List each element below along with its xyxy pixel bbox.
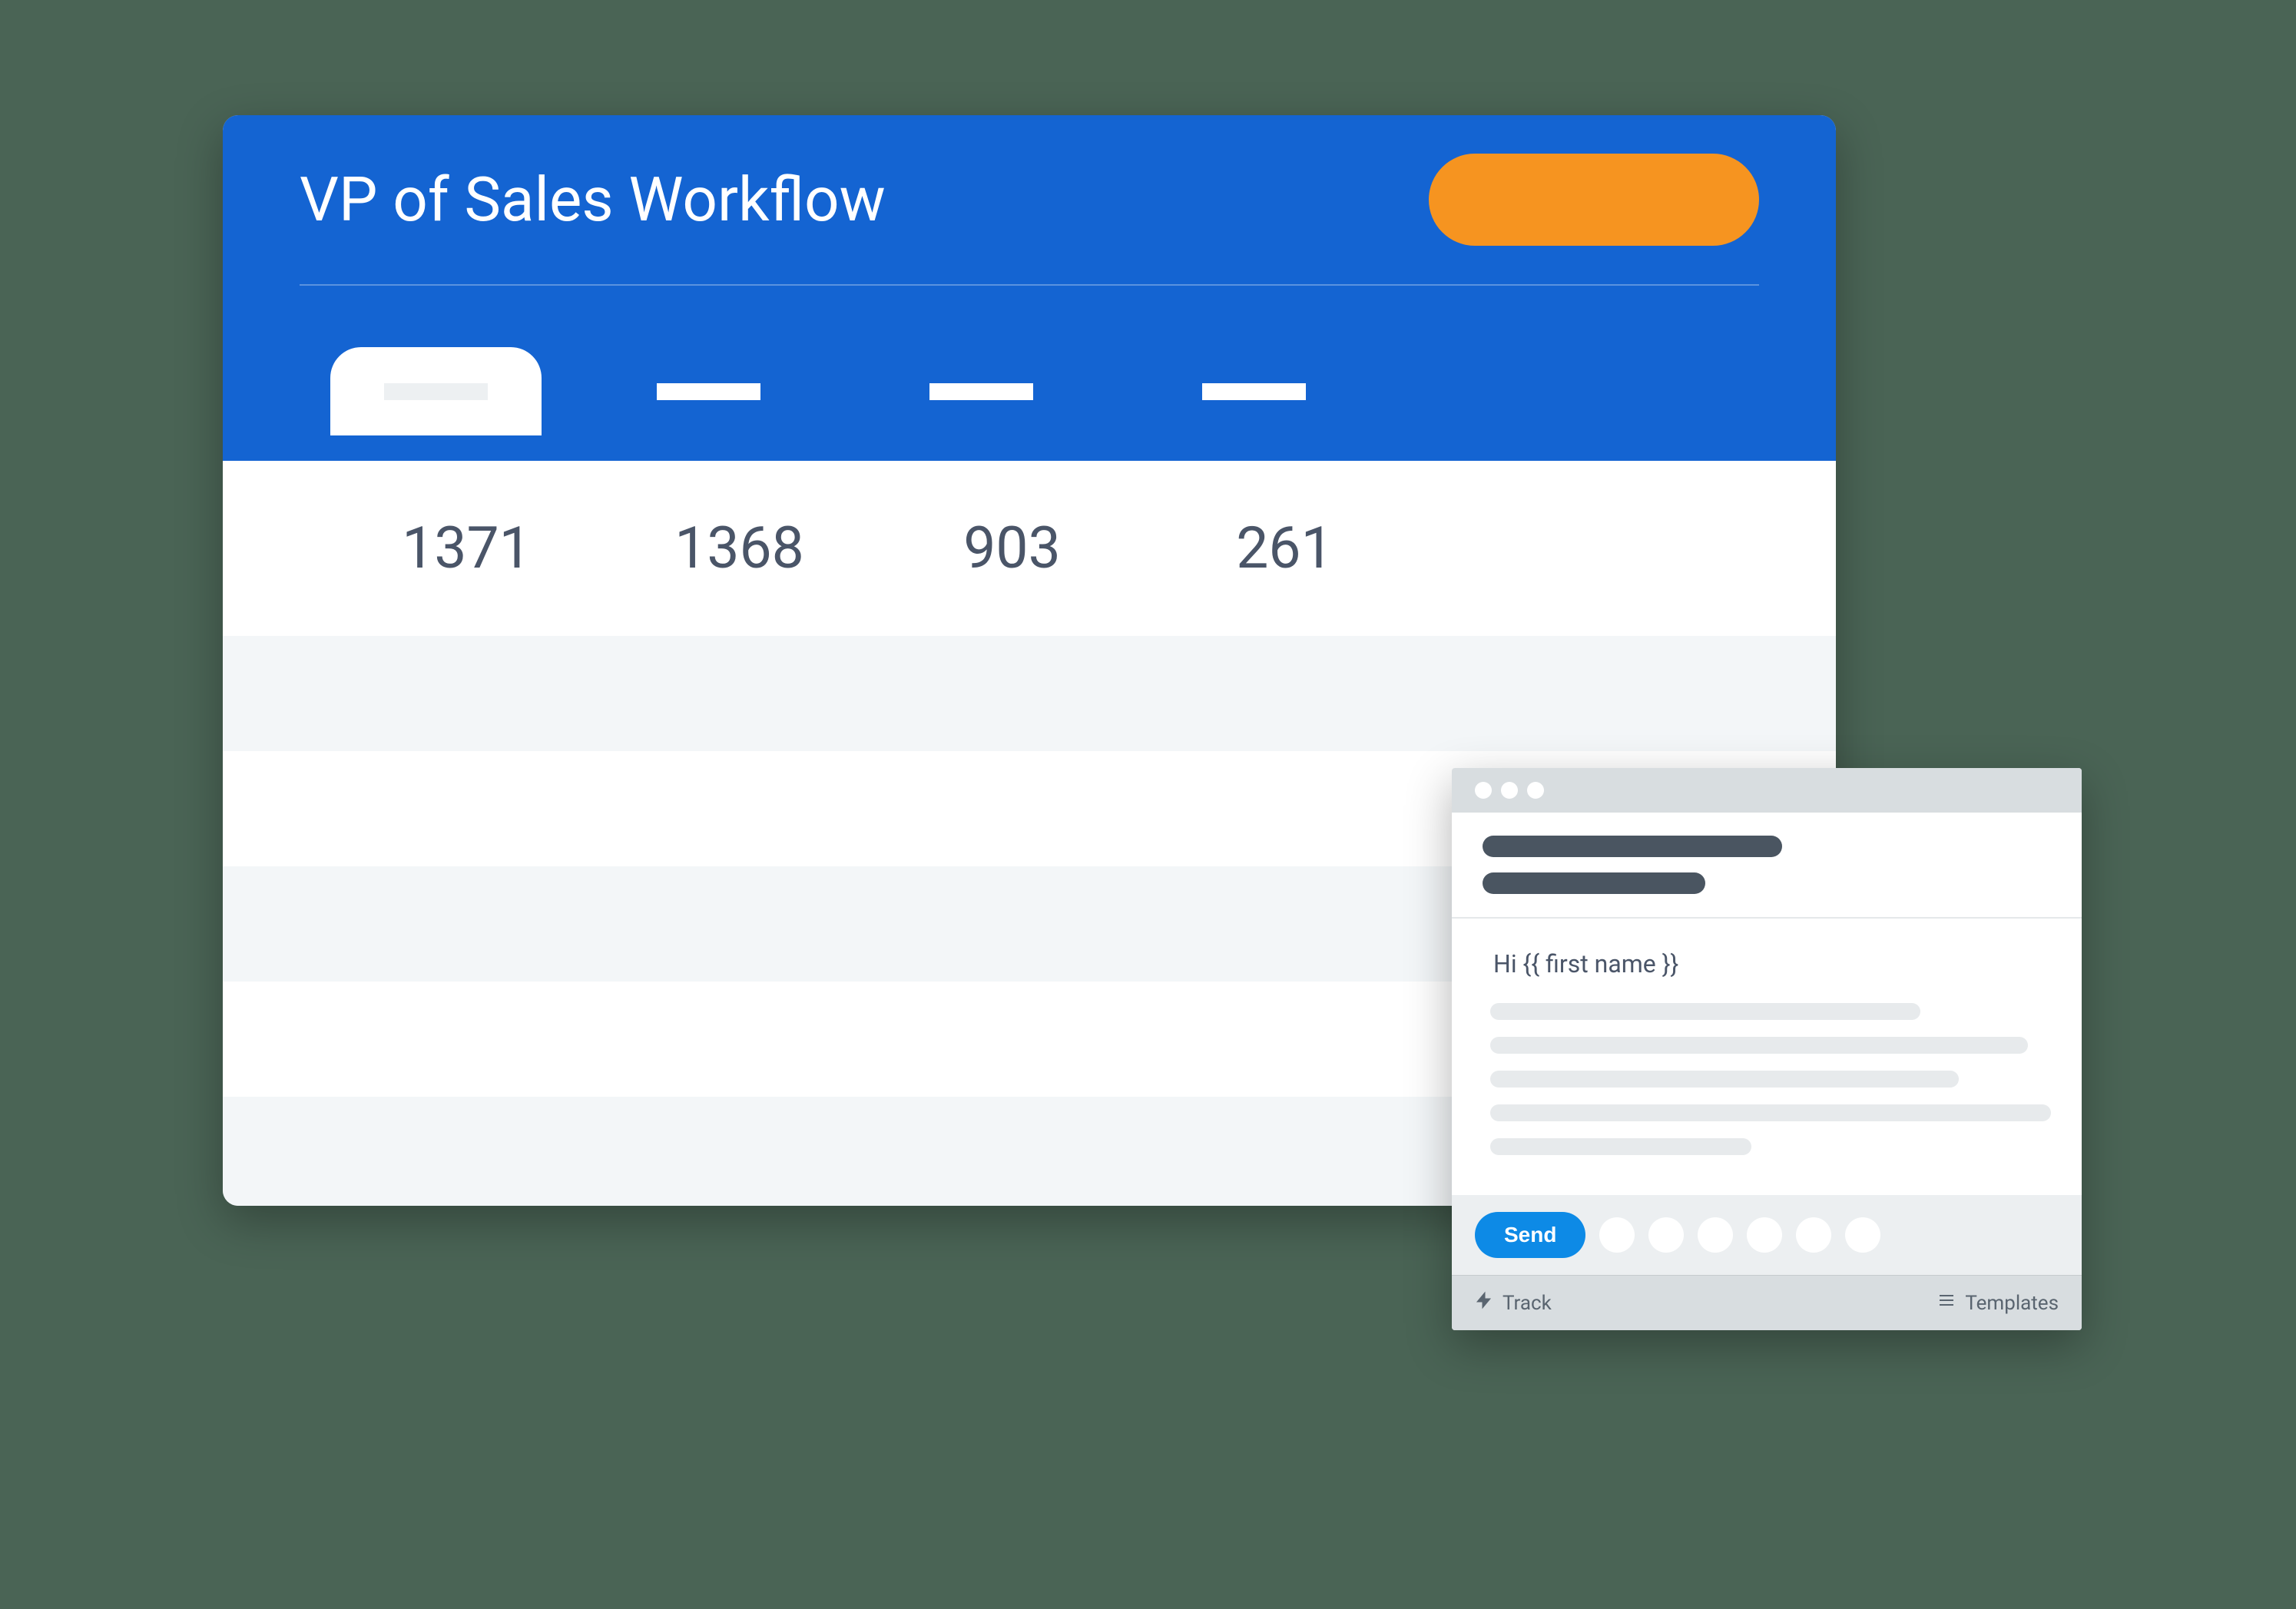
email-compose-window: Hi {{ first name }} Send Track Templates [1452, 768, 2082, 1330]
toolbar-option[interactable] [1648, 1217, 1684, 1253]
send-button[interactable]: Send [1475, 1212, 1585, 1258]
body-line-placeholder [1490, 1071, 1959, 1088]
toolbar-option[interactable] [1747, 1217, 1782, 1253]
stat-value: 1368 [603, 515, 876, 582]
email-body[interactable]: Hi {{ first name }} [1452, 919, 2082, 1195]
tab-label-placeholder [384, 383, 488, 400]
body-line-placeholder [1490, 1037, 2028, 1054]
stat-value: 261 [1148, 515, 1421, 582]
email-greeting: Hi {{ first name }} [1493, 949, 2043, 978]
tabs [300, 347, 1759, 435]
stat-value: 903 [876, 515, 1148, 582]
body-line-placeholder [1490, 1138, 1751, 1155]
window-control-dot[interactable] [1501, 782, 1518, 799]
email-footer: Track Templates [1452, 1275, 2082, 1330]
window-controls [1475, 782, 1544, 799]
toolbar-option[interactable] [1845, 1217, 1880, 1253]
page-title: VP of Sales Workflow [300, 164, 886, 236]
email-titlebar [1452, 768, 2082, 813]
email-subject-placeholder[interactable] [1483, 872, 1705, 894]
email-toolbar: Send [1452, 1195, 2082, 1275]
toolbar-option[interactable] [1796, 1217, 1831, 1253]
workflow-header: VP of Sales Workflow [223, 115, 1836, 461]
primary-action-button[interactable] [1429, 154, 1759, 246]
lightning-icon [1475, 1291, 1493, 1315]
tab-4[interactable] [1148, 347, 1360, 435]
tab-2[interactable] [603, 347, 814, 435]
tab-label-placeholder [657, 383, 760, 400]
body-line-placeholder [1490, 1003, 1920, 1020]
header-top: VP of Sales Workflow [300, 154, 1759, 286]
tab-label-placeholder [929, 383, 1033, 400]
stats-row: 1371 1368 903 261 [223, 461, 1836, 636]
window-control-dot[interactable] [1527, 782, 1544, 799]
window-control-dot[interactable] [1475, 782, 1492, 799]
list-icon [1937, 1291, 1956, 1315]
toolbar-option[interactable] [1698, 1217, 1733, 1253]
toolbar-option[interactable] [1599, 1217, 1635, 1253]
stat-value: 1371 [330, 515, 603, 582]
email-to-placeholder[interactable] [1483, 836, 1782, 857]
templates-label: Templates [1965, 1292, 2059, 1315]
templates-button[interactable]: Templates [1937, 1291, 2059, 1315]
tab-1[interactable] [330, 347, 542, 435]
tab-3[interactable] [876, 347, 1087, 435]
email-headers [1452, 813, 2082, 919]
body-line-placeholder [1490, 1104, 2051, 1121]
table-row [223, 636, 1836, 751]
track-button[interactable]: Track [1475, 1291, 1552, 1315]
track-label: Track [1503, 1292, 1552, 1315]
tab-label-placeholder [1202, 383, 1306, 400]
